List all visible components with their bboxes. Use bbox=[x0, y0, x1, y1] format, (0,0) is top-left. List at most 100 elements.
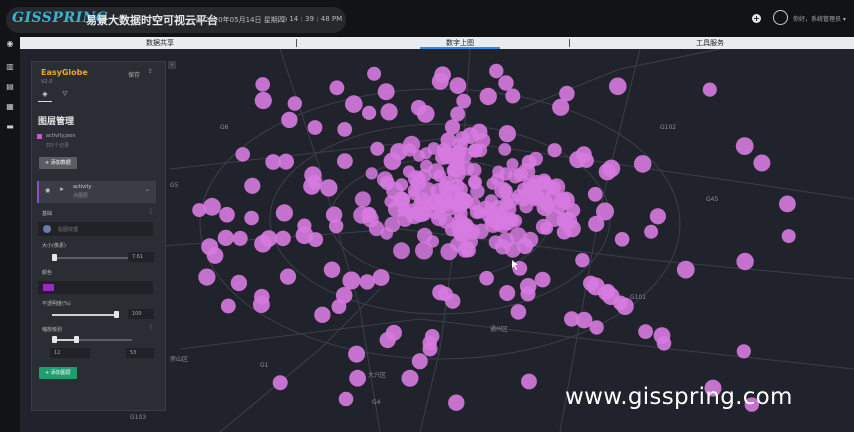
collapse-panel-button[interactable]: ‹ bbox=[168, 61, 176, 69]
map-label: G45 bbox=[706, 196, 718, 203]
activity-point bbox=[393, 242, 410, 260]
activity-point bbox=[456, 93, 472, 109]
chart-icon[interactable]: ▤ bbox=[5, 83, 15, 91]
activity-point bbox=[232, 230, 248, 246]
zoom-max-handle[interactable] bbox=[74, 336, 79, 343]
zoom-range-slider[interactable] bbox=[52, 336, 132, 343]
user-menu[interactable]: 你好，系统管理员 ▾ bbox=[793, 14, 846, 23]
activity-point bbox=[359, 274, 375, 290]
activity-point bbox=[536, 198, 554, 217]
activity-point bbox=[383, 152, 402, 170]
activity-point bbox=[587, 186, 603, 202]
activity-point bbox=[638, 324, 653, 339]
color-picker[interactable] bbox=[38, 281, 153, 294]
activity-point bbox=[410, 99, 427, 116]
activity-point bbox=[255, 77, 270, 92]
activity-point bbox=[488, 235, 503, 250]
layer-panel: EasyGlobe V2.0 保存 ⇪ ◈ ⛛ 图层管理 activity.js… bbox=[31, 61, 166, 411]
activity-point bbox=[438, 213, 454, 229]
layer-management-heading: 图层管理 bbox=[38, 117, 75, 127]
zoom-min-input[interactable]: 12 bbox=[50, 348, 90, 358]
color-swatch[interactable] bbox=[43, 284, 54, 291]
activity-point bbox=[468, 143, 483, 158]
activity-point bbox=[308, 232, 324, 248]
activity-point bbox=[644, 224, 659, 239]
user-avatar-icon[interactable] bbox=[773, 10, 788, 25]
activity-point bbox=[494, 181, 512, 199]
visibility-eye-icon[interactable]: ◉ bbox=[45, 187, 50, 194]
tab-filter[interactable]: ⛛ bbox=[58, 90, 72, 101]
color-label: 颜色 bbox=[42, 270, 53, 276]
tab-tool-service[interactable]: 工具服务 bbox=[610, 37, 810, 49]
map-icon[interactable]: ▦ bbox=[5, 103, 15, 111]
activity-point bbox=[385, 324, 402, 341]
calendar-icon: ▣ bbox=[196, 16, 205, 24]
activity-point bbox=[377, 83, 395, 101]
size-input[interactable]: 7.61 bbox=[128, 252, 154, 262]
tab-layers[interactable]: ◈ bbox=[38, 90, 52, 102]
activity-point bbox=[230, 274, 248, 292]
activity-point bbox=[781, 229, 796, 244]
activity-point bbox=[510, 304, 527, 320]
layer-name: activity bbox=[73, 184, 92, 190]
activity-point bbox=[428, 163, 445, 180]
activity-point bbox=[575, 253, 590, 268]
save-button[interactable]: 保存 bbox=[128, 70, 140, 79]
tab-data-share[interactable]: 数据共享 bbox=[60, 37, 260, 49]
activity-point bbox=[331, 299, 347, 314]
activity-point bbox=[219, 206, 235, 223]
tab-bar: 数据共享 数字上图 工具服务 bbox=[20, 37, 854, 49]
date-text: 2020年05月14日 星期四 bbox=[204, 16, 285, 24]
add-icon[interactable]: + bbox=[752, 14, 761, 23]
layer-item[interactable]: ◉ ➤ activity 点图层 ⌄ bbox=[37, 181, 156, 203]
building-icon[interactable]: ▥ bbox=[5, 63, 15, 71]
map-label: G6 bbox=[220, 124, 229, 131]
activity-point bbox=[489, 63, 504, 79]
opacity-slider-handle[interactable] bbox=[114, 311, 119, 318]
activity-point bbox=[736, 344, 751, 359]
activity-point bbox=[206, 247, 224, 264]
activity-point bbox=[563, 219, 581, 238]
activity-point bbox=[506, 158, 519, 171]
activity-point bbox=[297, 218, 312, 233]
activity-points bbox=[192, 63, 796, 412]
watermark: www.gisspring.com bbox=[565, 384, 793, 410]
more-menu-icon[interactable]: ⋮ bbox=[148, 208, 154, 215]
opacity-slider[interactable] bbox=[52, 311, 119, 318]
chevron-down-icon[interactable]: ⌄ bbox=[145, 186, 150, 193]
activity-point bbox=[235, 147, 250, 162]
share-icon[interactable]: ⇪ bbox=[148, 68, 153, 75]
size-slider-handle[interactable] bbox=[52, 254, 57, 261]
activity-point bbox=[412, 149, 425, 162]
activity-point bbox=[446, 164, 459, 177]
zoom-max-input[interactable]: 53 bbox=[126, 348, 154, 358]
activity-point bbox=[736, 252, 754, 271]
map-label: 大兴区 bbox=[368, 371, 386, 379]
more-menu-icon[interactable]: ⋮ bbox=[148, 324, 154, 331]
add-layer-button[interactable]: + 添加图层 bbox=[39, 367, 77, 379]
activity-point bbox=[521, 373, 537, 390]
activity-point bbox=[519, 278, 537, 295]
left-sidebar: ◉ ▥ ▤ ▦ ▬ bbox=[0, 37, 20, 432]
zoom-min-handle[interactable] bbox=[52, 336, 57, 343]
activity-point bbox=[329, 218, 344, 234]
activity-point bbox=[507, 214, 520, 227]
list-icon[interactable]: ▬ bbox=[5, 123, 15, 131]
activity-point bbox=[192, 203, 207, 218]
activity-point bbox=[254, 91, 272, 110]
activity-point bbox=[370, 141, 385, 156]
dataset-name[interactable]: activity.json bbox=[46, 133, 76, 139]
activity-point bbox=[406, 207, 423, 225]
add-data-button[interactable]: + 添加数据 bbox=[39, 157, 77, 169]
filter-icon: ⛛ bbox=[62, 90, 68, 98]
opacity-input[interactable]: 100 bbox=[128, 309, 154, 319]
size-slider[interactable] bbox=[52, 254, 132, 261]
activity-point bbox=[349, 369, 366, 387]
activity-point bbox=[479, 87, 497, 106]
eye-icon[interactable]: ◉ bbox=[5, 40, 15, 48]
activity-point bbox=[633, 155, 652, 173]
activity-point bbox=[367, 66, 382, 81]
activity-point bbox=[337, 153, 353, 169]
activity-point bbox=[614, 232, 630, 247]
texture-select[interactable]: 贴图纹理 bbox=[38, 222, 153, 236]
